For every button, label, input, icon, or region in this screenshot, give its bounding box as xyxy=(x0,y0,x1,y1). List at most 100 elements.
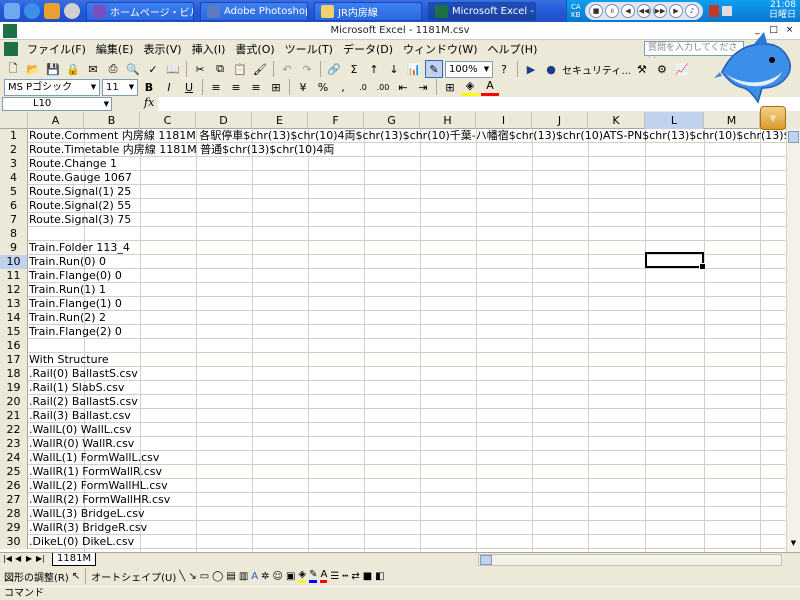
bold-icon[interactable]: B xyxy=(140,78,158,96)
print-icon[interactable]: ⎙ xyxy=(104,60,122,78)
cell-a[interactable]: Route.Gauge 1067 xyxy=(29,171,132,185)
menu-insert[interactable]: 挿入(I) xyxy=(187,41,231,57)
select-objects-icon[interactable]: ↖ xyxy=(72,571,80,582)
format-painter-icon[interactable]: 🖌 xyxy=(251,60,269,78)
decrease-decimal-icon[interactable]: .00 xyxy=(374,78,392,96)
antivirus-icon[interactable] xyxy=(709,5,719,17)
row-header[interactable]: 24 xyxy=(0,451,28,465)
row-header[interactable]: 18 xyxy=(0,367,28,381)
draw-menu-button[interactable]: 図形の調整(R) xyxy=(4,569,69,584)
first-sheet-icon[interactable]: |◀ xyxy=(3,554,12,563)
fx-icon[interactable]: fx xyxy=(144,96,154,109)
save-icon[interactable]: 💾 xyxy=(44,60,62,78)
cell-a[interactable]: Train.Flange(2) 0 xyxy=(29,325,122,339)
percent-icon[interactable]: % xyxy=(314,78,332,96)
fill-color-draw-icon[interactable]: ◈ xyxy=(298,569,307,583)
cell-a[interactable]: .WallR(3) BridgeR.csv xyxy=(29,521,147,535)
chart-icon[interactable]: 📈 xyxy=(673,60,691,78)
clock[interactable]: 21:08 日曜日 xyxy=(769,0,796,20)
column-header-d[interactable]: D xyxy=(196,112,252,129)
column-header-e[interactable]: E xyxy=(252,112,308,129)
column-header-h[interactable]: H xyxy=(420,112,476,129)
cell-a[interactable]: Route.Comment 内房線 1181M 各駅停車$chr(13)$chr… xyxy=(29,129,786,143)
cell-a[interactable]: Train.Flange(1) 0 xyxy=(29,297,122,311)
cell-a[interactable]: .WallL(2) FormWallHL.csv xyxy=(29,479,168,493)
security-button[interactable]: セキュリティ... xyxy=(562,62,631,77)
cell-a[interactable]: Route.Signal(3) 75 xyxy=(29,213,131,227)
help-icon[interactable]: ? xyxy=(495,60,513,78)
arrow-icon[interactable]: ↘ xyxy=(188,571,196,582)
autoshapes-button[interactable]: オートシェイプ(U) xyxy=(91,569,176,584)
row-header[interactable]: 25 xyxy=(0,465,28,479)
chart-wizard-icon[interactable]: 📊 xyxy=(405,60,423,78)
permission-icon[interactable]: 🔒 xyxy=(64,60,82,78)
menu-tools[interactable]: ツール(T) xyxy=(280,41,338,57)
cell-a[interactable]: .Rail(2) BallastS.csv xyxy=(29,395,138,409)
cell-a[interactable]: Train.Run(2) 2 xyxy=(29,311,106,325)
last-sheet-icon[interactable]: ▶| xyxy=(36,554,45,563)
cell-a[interactable]: Train.Run(1) 1 xyxy=(29,283,106,297)
column-header-k[interactable]: K xyxy=(588,112,645,129)
stop-icon[interactable]: ■ xyxy=(589,4,603,18)
cell-a[interactable]: Route.Change 1 xyxy=(29,157,117,171)
vertical-scrollbar[interactable]: ▼ xyxy=(786,129,800,552)
row-header[interactable]: 14 xyxy=(0,311,28,325)
media-icon[interactable] xyxy=(64,3,80,19)
align-left-icon[interactable]: ≡ xyxy=(207,78,225,96)
cell-a[interactable]: .Rail(3) Ballast.csv xyxy=(29,409,131,423)
3d-style-icon[interactable]: ◧ xyxy=(375,571,384,582)
ie-icon[interactable] xyxy=(24,3,40,19)
menu-edit[interactable]: 編集(E) xyxy=(91,41,139,57)
menu-format[interactable]: 書式(O) xyxy=(230,41,279,57)
cell-a[interactable]: Train.Flange(0) 0 xyxy=(29,269,122,283)
cell-a[interactable]: Train.Folder 113_4 xyxy=(29,241,130,255)
column-header-c[interactable]: C xyxy=(140,112,196,129)
font-name-combo[interactable]: MS Pゴシック ▼ xyxy=(4,78,100,96)
textbox-icon[interactable]: ▤ xyxy=(226,571,235,582)
prev-sheet-icon[interactable]: ◀ xyxy=(15,554,21,563)
start-icon[interactable] xyxy=(4,3,20,19)
font-size-combo[interactable]: 11 ▼ xyxy=(102,78,138,96)
cell-a[interactable]: .WallR(1) FormWallR.csv xyxy=(29,465,162,479)
rectangle-icon[interactable]: ▭ xyxy=(200,571,209,582)
pause-icon[interactable]: ॥ xyxy=(605,4,619,18)
name-box[interactable]: L10 ▼ xyxy=(2,97,112,111)
menu-help[interactable]: ヘルプ(H) xyxy=(483,41,543,57)
wordart-icon[interactable]: A xyxy=(251,571,258,582)
row-header[interactable]: 3 xyxy=(0,157,28,171)
increase-indent-icon[interactable]: ⇥ xyxy=(414,78,432,96)
email-icon[interactable]: ✉ xyxy=(84,60,102,78)
row-header[interactable]: 8 xyxy=(0,227,28,241)
task-homepage-builder[interactable]: ホームページ・ビル... xyxy=(86,1,194,21)
row-header[interactable]: 22 xyxy=(0,423,28,437)
dropdown-arrow-icon[interactable]: ▼ xyxy=(104,98,109,110)
row-header[interactable]: 30 xyxy=(0,535,28,549)
sort-ascending-icon[interactable]: ↑ xyxy=(365,60,383,78)
cut-icon[interactable]: ✂ xyxy=(191,60,209,78)
spelling-icon[interactable]: ✓ xyxy=(144,60,162,78)
menu-file[interactable]: ファイル(F) xyxy=(22,41,91,57)
paste-icon[interactable]: 📋 xyxy=(231,60,249,78)
network-icon[interactable] xyxy=(722,6,732,16)
research-icon[interactable]: 📖 xyxy=(164,60,182,78)
worksheet-grid[interactable]: 1 Route.Comment 内房線 1181M 各駅停車$chr(13)$ch… xyxy=(0,129,786,552)
borders-icon[interactable]: ⊞ xyxy=(441,78,459,96)
decrease-indent-icon[interactable]: ⇤ xyxy=(394,78,412,96)
open-icon[interactable]: 📂 xyxy=(24,60,42,78)
row-header[interactable]: 13 xyxy=(0,297,28,311)
row-header[interactable]: 1 xyxy=(0,129,28,143)
diagram-icon[interactable]: ✲ xyxy=(261,571,269,582)
currency-icon[interactable]: ¥ xyxy=(294,78,312,96)
h-scroll-thumb[interactable] xyxy=(480,555,492,565)
align-right-icon[interactable]: ≡ xyxy=(247,78,265,96)
active-cell-l10[interactable] xyxy=(645,252,706,270)
row-header[interactable]: 10 xyxy=(0,255,28,269)
select-all-corner[interactable] xyxy=(0,112,28,129)
cell-a[interactable]: With Structure xyxy=(29,353,109,367)
sort-descending-icon[interactable]: ↓ xyxy=(385,60,403,78)
cell-a[interactable]: Route.Signal(2) 55 xyxy=(29,199,131,213)
redo-icon[interactable]: ↷ xyxy=(298,60,316,78)
row-header[interactable]: 5 xyxy=(0,185,28,199)
column-header-b[interactable]: B xyxy=(84,112,140,129)
row-header[interactable]: 27 xyxy=(0,493,28,507)
